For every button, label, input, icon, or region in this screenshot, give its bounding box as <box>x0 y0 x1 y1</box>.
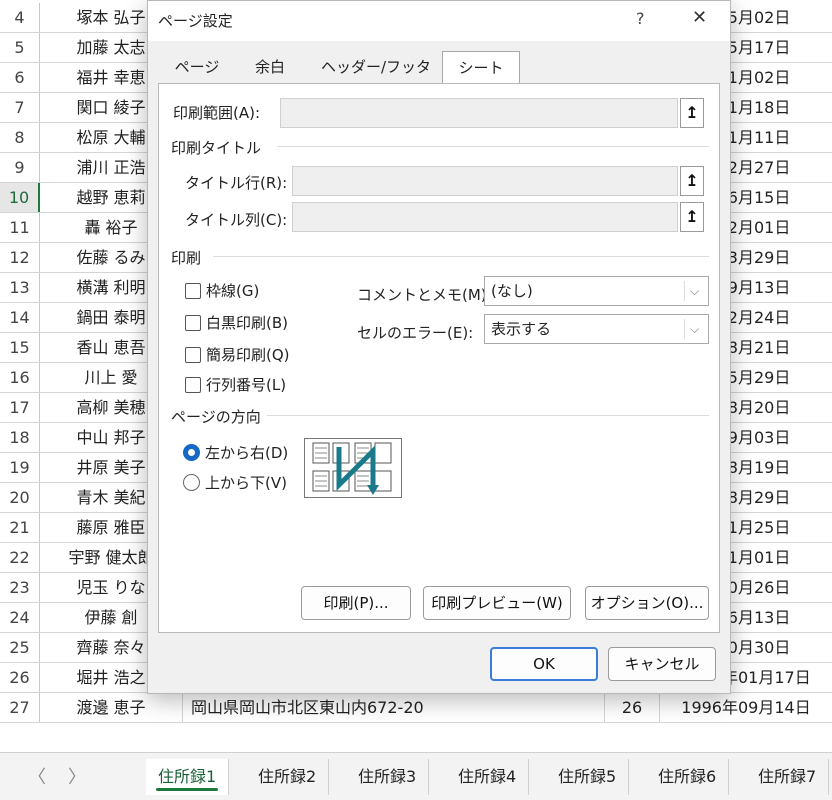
dialog-title: ページ設定 <box>158 12 233 30</box>
print-area-field[interactable] <box>280 98 678 128</box>
row-header[interactable]: 24 <box>0 603 40 632</box>
sheet-tab[interactable]: 住所録4 <box>446 759 530 795</box>
collapse-icon[interactable]: ↥ <box>680 166 704 196</box>
chevron-right-icon[interactable]: 〉 <box>68 763 86 789</box>
row-header[interactable]: 14 <box>0 303 40 332</box>
row-header[interactable]: 18 <box>0 423 40 452</box>
sheet-panel: 印刷範囲(A): ↥ 印刷タイトル タイトル行(R): ↥ タイトル列(C): … <box>158 83 720 633</box>
options-button[interactable]: オプション(O)... <box>585 586 709 620</box>
row-header[interactable]: 6 <box>0 63 40 92</box>
sheet-tab[interactable]: 住所録2 <box>246 759 330 795</box>
draft-quality-checkbox[interactable]: 簡易印刷(Q) <box>185 344 290 365</box>
ok-button[interactable]: OK <box>490 647 598 681</box>
row-header[interactable]: 20 <box>0 483 40 512</box>
title-rows-label: タイトル行(R): <box>185 174 288 192</box>
row-header[interactable]: 4 <box>0 3 40 32</box>
sheet-tab-bar: 〈 〉 住所録1 住所録2 住所録3 住所録4 住所録5 住所録6 住所録7 <box>0 752 832 800</box>
cell-birthdate[interactable]: 1996年09月14日 <box>660 693 832 722</box>
row-header[interactable]: 5 <box>0 33 40 62</box>
row-header[interactable]: 27 <box>0 693 40 722</box>
chevron-down-icon: ⌵ <box>684 319 704 339</box>
print-section-header: 印刷 <box>171 249 202 267</box>
cell-errors-select[interactable]: 表示する ⌵ <box>484 314 709 344</box>
chevron-left-icon[interactable]: 〈 <box>28 763 46 789</box>
title-rows-field[interactable] <box>292 166 678 196</box>
row-header[interactable]: 26 <box>0 663 40 692</box>
tab-header-footer[interactable]: ヘッダー/フッター <box>314 51 438 108</box>
page-setup-dialog: ページ設定 ? ✕ ページ 余白 ヘッダー/フッター シート 印刷範囲(A): … <box>147 0 731 694</box>
gridlines-checkbox[interactable]: 枠線(G) <box>185 280 259 301</box>
row-header[interactable]: 13 <box>0 273 40 302</box>
row-col-headings-checkbox[interactable]: 行列番号(L) <box>185 374 286 395</box>
chevron-down-icon: ⌵ <box>684 281 704 301</box>
print-button[interactable]: 印刷(P)... <box>301 586 411 620</box>
print-preview-button[interactable]: 印刷プレビュー(W) <box>423 586 571 620</box>
row-header[interactable]: 12 <box>0 243 40 272</box>
page-order-icon <box>312 442 392 495</box>
collapse-icon[interactable]: ↥ <box>680 202 704 232</box>
print-titles-header: 印刷タイトル <box>171 139 262 157</box>
sheet-tab[interactable]: 住所録7 <box>746 759 830 795</box>
collapse-icon[interactable]: ↥ <box>680 98 704 128</box>
page-order-preview <box>304 438 402 498</box>
sheet-tab[interactable]: 住所録3 <box>346 759 430 795</box>
title-cols-label: タイトル列(C): <box>185 211 288 229</box>
cell-address[interactable]: 岡山県岡山市北区東山内672-20 <box>183 693 605 722</box>
row-header[interactable]: 11 <box>0 213 40 242</box>
help-button[interactable]: ? <box>636 9 645 28</box>
close-icon[interactable]: ✕ <box>692 7 707 28</box>
title-cols-field[interactable] <box>292 202 678 232</box>
table-row[interactable]: 27 渡邊 恵子 岡山県岡山市北区東山内672-20 26 1996年09月14日 <box>0 693 832 723</box>
row-header[interactable]: 10 <box>0 183 40 212</box>
row-header[interactable]: 9 <box>0 153 40 182</box>
tab-page[interactable]: ページ <box>168 51 226 83</box>
cancel-button[interactable]: キャンセル <box>608 647 716 681</box>
row-header[interactable]: 8 <box>0 123 40 152</box>
divider <box>213 256 709 257</box>
cell-name[interactable]: 渡邊 恵子 <box>40 693 183 722</box>
divider <box>277 146 709 147</box>
comments-label: コメントとメモ(M): <box>357 286 492 304</box>
cell-age[interactable]: 26 <box>605 693 660 722</box>
dialog-titlebar: ページ設定 ? ✕ <box>148 1 730 41</box>
radio-top-to-bottom[interactable]: 上から下(V) <box>183 472 287 493</box>
sheet-tab[interactable]: 住所録5 <box>546 759 630 795</box>
row-header[interactable]: 15 <box>0 333 40 362</box>
page-order-header: ページの方向 <box>171 408 261 426</box>
row-header[interactable]: 19 <box>0 453 40 482</box>
sheet-tab[interactable]: 住所録6 <box>646 759 730 795</box>
tab-sheet[interactable]: シート <box>442 51 520 83</box>
tab-margins[interactable]: 余白 <box>242 51 298 83</box>
cell-errors-label: セルのエラー(E): <box>357 324 474 342</box>
row-header[interactable]: 23 <box>0 573 40 602</box>
row-header[interactable]: 25 <box>0 633 40 662</box>
print-area-label: 印刷範囲(A): <box>173 104 261 122</box>
row-header[interactable]: 16 <box>0 363 40 392</box>
comments-select[interactable]: (なし) ⌵ <box>484 276 709 306</box>
sheet-tab[interactable]: 住所録1 <box>146 759 230 795</box>
row-header[interactable]: 7 <box>0 93 40 122</box>
row-header[interactable]: 21 <box>0 513 40 542</box>
radio-left-to-right[interactable]: 左から右(D) <box>183 442 288 463</box>
row-header[interactable]: 17 <box>0 393 40 422</box>
row-header[interactable]: 22 <box>0 543 40 572</box>
black-white-checkbox[interactable]: 白黒印刷(B) <box>185 312 288 333</box>
divider <box>267 415 709 416</box>
